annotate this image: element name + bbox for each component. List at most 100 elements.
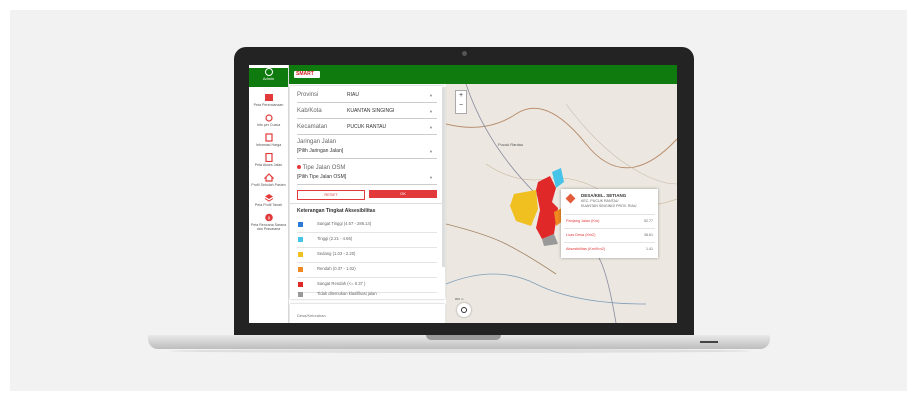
- jaringan-select[interactable]: [Pilih Jaringan Jalan] ▼: [297, 148, 437, 159]
- popup-row: Aksesibilitas (Km/Km2) 1.41: [564, 242, 655, 256]
- app-header: SMART: [288, 65, 677, 84]
- price-icon: [264, 133, 273, 142]
- tipe-select[interactable]: [Pilih Tipe Jalan OSM] ▼: [297, 174, 437, 185]
- road-access-icon: [264, 153, 273, 162]
- legend-swatch: [298, 222, 303, 227]
- chevron-down-icon: ▼: [429, 125, 433, 130]
- chevron-down-icon: ▼: [429, 149, 433, 154]
- divider: [290, 203, 445, 204]
- sidebar-item-peta-perencanaan[interactable]: Peta Perencanaan: [249, 93, 288, 107]
- legend-swatch: [298, 252, 303, 257]
- panel-scrollbar[interactable]: [442, 87, 445, 267]
- popup-row-key: Luas Desa (Km2): [566, 233, 596, 237]
- sidebar-item-label: Informasi Harga: [255, 143, 282, 147]
- legend-item: Sedang (1.03 - 2.20): [297, 247, 437, 263]
- sidebar-item-label: Peta Perencanaan: [253, 103, 284, 107]
- sidebar-item-label: Peta Akses Jalan: [254, 163, 283, 167]
- chevron-down-icon: ▼: [429, 175, 433, 180]
- popup-row: Luas Desa (Km2) 38.61: [564, 228, 655, 242]
- sidebar-item-cuaca[interactable]: Info per Cuaca: [249, 113, 288, 127]
- legend-label: Rendah (0.37 - 1.02): [317, 266, 356, 271]
- legend-label: Sangat Rendah (<= 0.37 ): [317, 281, 366, 286]
- legend-item: Tinggi (2.21 - 4.66): [297, 232, 437, 248]
- sidebar-item-label: Info per Cuaca: [256, 123, 281, 127]
- locate-button[interactable]: [457, 303, 471, 317]
- weather-icon: [264, 114, 273, 122]
- jaringan-label: Jaringan Jalan: [297, 139, 337, 145]
- sidebar: Admin Peta Perencanaan Info per Cuaca In…: [249, 65, 289, 323]
- app-logo[interactable]: SMART: [294, 71, 320, 78]
- region-popup: DESA/KEL. SETIANG KEC. PUCUK RANTAU KUAN…: [561, 189, 658, 258]
- sidebar-item-sekolah[interactable]: Profil Sekolah Pasien: [249, 173, 288, 187]
- legend-item: Rendah (0.37 - 1.02): [297, 262, 437, 278]
- popup-row-value: 52.77: [644, 219, 653, 223]
- provinsi-select[interactable]: Provinsi RIAU ▼: [297, 90, 437, 103]
- legend-item: Tidak ditemukan klasifikasi jalan: [297, 290, 437, 299]
- map-scale: 800 m: [455, 297, 464, 301]
- popup-title: DESA/KEL. SETIANG: [581, 193, 627, 198]
- sidebar-item-sarana[interactable]: Peta Rencana Sarana dan Prasarana: [249, 213, 288, 231]
- desa-panel[interactable]: Desa/Kelurahan: [290, 304, 445, 323]
- popup-row: Panjang Jalan (Km) 52.77: [564, 214, 655, 228]
- desa-label: Desa/Kelurahan: [297, 313, 326, 318]
- legend-label: Sangat Tinggi (4.67 - 286.14): [317, 221, 372, 226]
- kabkota-label: Kab/Kota: [297, 108, 322, 114]
- tipe-label-row: Tipe Jalan OSM: [297, 165, 345, 171]
- kecamatan-select[interactable]: Kecamatan PUCUK RANTAU ▼: [297, 122, 437, 135]
- legend-title: Keterangan Tingkat Aksesibilitas: [297, 208, 376, 214]
- provinsi-value: RIAU: [347, 92, 359, 98]
- kabkota-select[interactable]: Kab/Kota KUANTAN SINGINGI ▼: [297, 106, 437, 119]
- laptop-notch: [426, 335, 501, 340]
- sidebar-item-label: Peta Profil Tanah: [254, 203, 283, 207]
- sidebar-item-profil-tanah[interactable]: Peta Profil Tanah: [249, 193, 288, 207]
- popup-kabupaten: KUANTAN SINGINGI PROV. RIAU: [581, 204, 637, 208]
- info-icon: [264, 213, 273, 222]
- sidebar-item-label: Profil Sekolah Pasien: [251, 183, 286, 187]
- laptop-shadow: [170, 349, 750, 353]
- legend-item: Sangat Tinggi (4.67 - 286.14): [297, 217, 437, 233]
- zoom-out-button[interactable]: −: [456, 101, 466, 111]
- sidebar-item-label: Peta Rencana Sarana dan Prasarana: [250, 223, 287, 231]
- laptop-indicator: [700, 341, 718, 343]
- legend-swatch: [298, 292, 303, 297]
- zoom-control[interactable]: + −: [455, 90, 467, 114]
- chevron-down-icon: ▼: [429, 109, 433, 114]
- kecamatan-label: Kecamatan: [297, 124, 328, 130]
- tipe-label: Tipe Jalan OSM: [302, 165, 346, 171]
- layers-icon: [264, 194, 273, 202]
- legend-swatch: [298, 237, 303, 242]
- sidebar-item-harga[interactable]: Informasi Harga: [249, 133, 288, 147]
- map-icon: [264, 94, 273, 101]
- kecamatan-value: PUCUK RANTAU: [347, 124, 387, 130]
- kabkota-value: KUANTAN SINGINGI: [347, 108, 395, 114]
- provinsi-label: Provinsi: [297, 92, 319, 98]
- popup-row-key: Aksesibilitas (Km/Km2): [566, 247, 606, 251]
- tipe-value: [Pilih Tipe Jalan OSM]: [297, 174, 347, 180]
- laptop-screen: SMART Admin Peta Perencanaan Info per Cu…: [249, 65, 677, 323]
- place-label: Pucuk Rantau: [498, 142, 523, 147]
- logo-text: SMART: [296, 71, 314, 77]
- legend-label: Tinggi (2.21 - 4.66): [317, 236, 353, 241]
- chevron-down-icon: ▼: [429, 93, 433, 98]
- popup-row-value: 38.61: [644, 233, 653, 237]
- sidebar-admin[interactable]: Admin: [249, 68, 288, 87]
- zoom-in-button[interactable]: +: [456, 91, 466, 101]
- required-dot-icon: [297, 165, 301, 169]
- reset-button[interactable]: RESET: [297, 190, 365, 200]
- filter-panel: Provinsi RIAU ▼ Kab/Kota KUANTAN SINGING…: [290, 86, 445, 299]
- user-icon: [264, 68, 273, 76]
- popup-kecamatan: KEC. PUCUK RANTAU: [581, 199, 619, 203]
- home-icon: [263, 173, 274, 182]
- legend-label: Tidak ditemukan klasifikasi jalan: [317, 291, 377, 296]
- sidebar-item-akses-jalan[interactable]: Peta Akses Jalan: [249, 153, 288, 167]
- camera-icon: [462, 51, 467, 56]
- popup-row-key: Panjang Jalan (Km): [566, 219, 600, 223]
- popup-row-value: 1.41: [646, 247, 653, 251]
- location-icon: [565, 193, 576, 204]
- jaringan-value: [Pilih Jaringan Jalan]: [297, 148, 344, 154]
- legend-label: Sedang (1.03 - 2.20): [317, 251, 356, 256]
- legend-swatch: [298, 282, 303, 287]
- legend-swatch: [298, 267, 303, 272]
- ok-button[interactable]: OK: [369, 190, 437, 198]
- admin-label: Admin: [262, 76, 275, 81]
